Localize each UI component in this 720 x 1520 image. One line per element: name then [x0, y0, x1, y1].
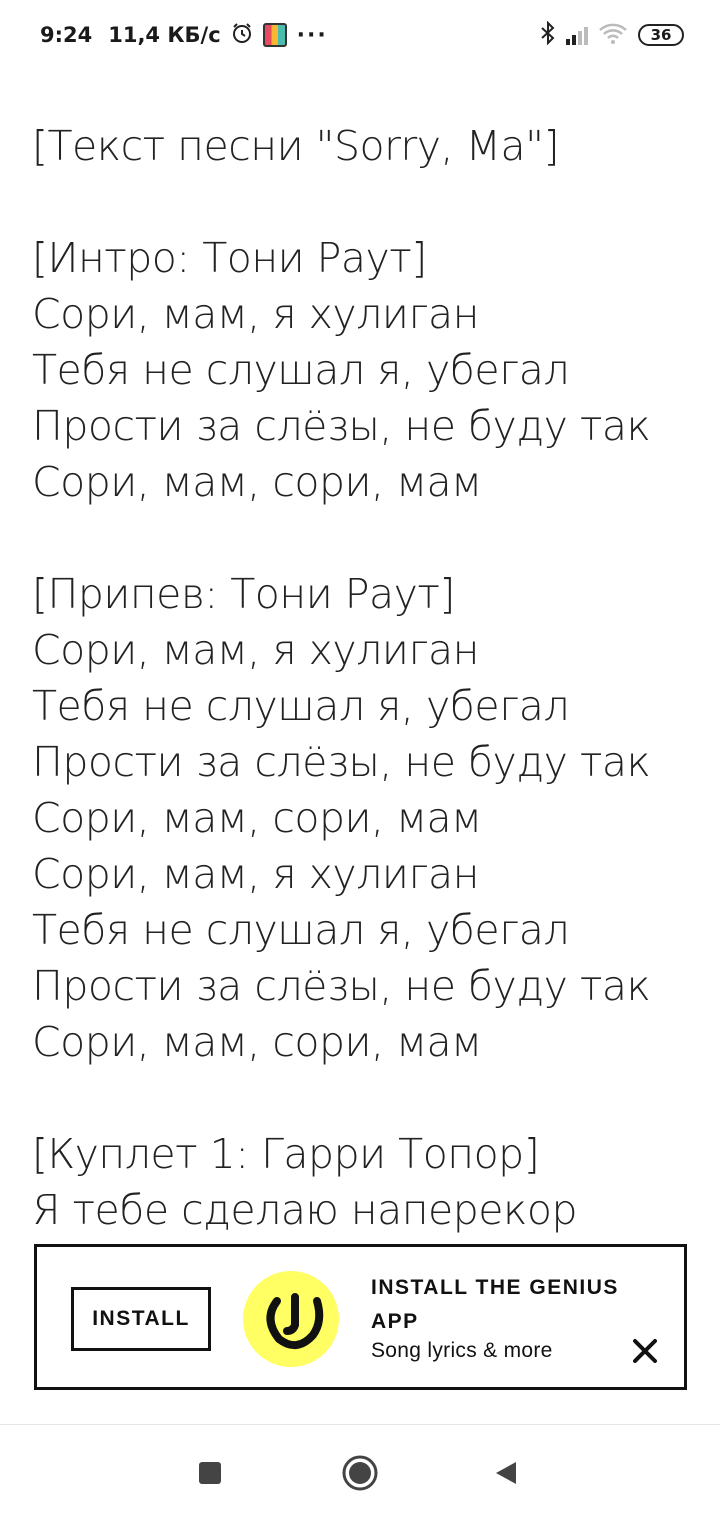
- lyric-section-header: [Текст песни "Sorry, Ma"]: [32, 122, 559, 170]
- banner-subtitle: Song lyrics & more: [371, 1339, 553, 1362]
- lyric-line: Тебя не слушал я, убегал: [32, 682, 570, 730]
- lyric-line: Прости за слёзы, не буду так: [32, 738, 651, 786]
- lyric-line: Тебя не слушал я, убегал: [32, 346, 570, 394]
- battery-icon: 36: [638, 24, 684, 46]
- status-right: 36: [540, 20, 684, 50]
- app-notification-icon: [262, 23, 287, 47]
- back-triangle-icon[interactable]: [486, 1453, 526, 1493]
- bluetooth-icon: [540, 20, 556, 50]
- lyric-line: Я тебе сделаю наперекор: [32, 1186, 577, 1234]
- banner-title: INSTALL THE GENIUS APP: [371, 1276, 619, 1333]
- lyric-blank-line: [32, 1070, 702, 1126]
- lyric-line: Тебя не слушал я, убегал: [32, 906, 570, 954]
- close-icon[interactable]: [629, 1335, 661, 1367]
- lyric-section-header: [Интро: Тони Раут]: [32, 234, 427, 282]
- lyric-line: Сори, мам, я хулиган: [32, 290, 479, 338]
- lyric-line: Сори, мам, сори, мам: [32, 794, 482, 842]
- lyric-line: Прости за слёзы, не буду так: [32, 402, 651, 450]
- lyric-line: Сори, мам, сори, мам: [32, 458, 482, 506]
- install-button[interactable]: INSTALL: [71, 1287, 211, 1351]
- more-notifications-icon: ···: [296, 22, 328, 48]
- status-bar: 9:24 11,4 КБ/с ··· 36: [0, 0, 720, 70]
- status-left: 9:24 11,4 КБ/с ···: [40, 22, 328, 49]
- wifi-icon: [598, 22, 628, 49]
- square-recents-icon[interactable]: [190, 1453, 230, 1493]
- lyric-section-header: [Припев: Тони Раут]: [32, 570, 455, 618]
- system-nav-bar: [0, 1424, 720, 1520]
- lyric-section-header: [Куплет 1: Гарри Топор]: [32, 1130, 540, 1178]
- home-circle-icon[interactable]: [340, 1453, 380, 1493]
- battery-level: 36: [650, 26, 672, 44]
- lyric-line: Прости за слёзы, не буду так: [32, 962, 651, 1010]
- cell-signal-icon: [566, 25, 588, 45]
- status-time: 9:24: [40, 23, 93, 47]
- lyric-line: Сори, мам, я хулиган: [32, 850, 479, 898]
- status-network-speed: 11,4 КБ/с: [108, 23, 221, 47]
- lyric-line: Сори, мам, сори, мам: [32, 1018, 482, 1066]
- lyric-line: Сори, мам, я хулиган: [32, 626, 479, 674]
- lyrics-body: [Текст песни "Sorry, Ma"] [Интро: Тони Ра…: [32, 118, 702, 1238]
- screen: 9:24 11,4 КБ/с ··· 36 [Текст песни "Sorr…: [0, 0, 720, 1520]
- alarm-clock-icon: [231, 22, 253, 49]
- install-app-banner: INSTALL INSTALL THE GENIUS APP Song lyri…: [34, 1244, 687, 1390]
- lyric-blank-line: [32, 174, 702, 230]
- genius-logo-icon: [243, 1271, 339, 1367]
- lyric-blank-line: [32, 510, 702, 566]
